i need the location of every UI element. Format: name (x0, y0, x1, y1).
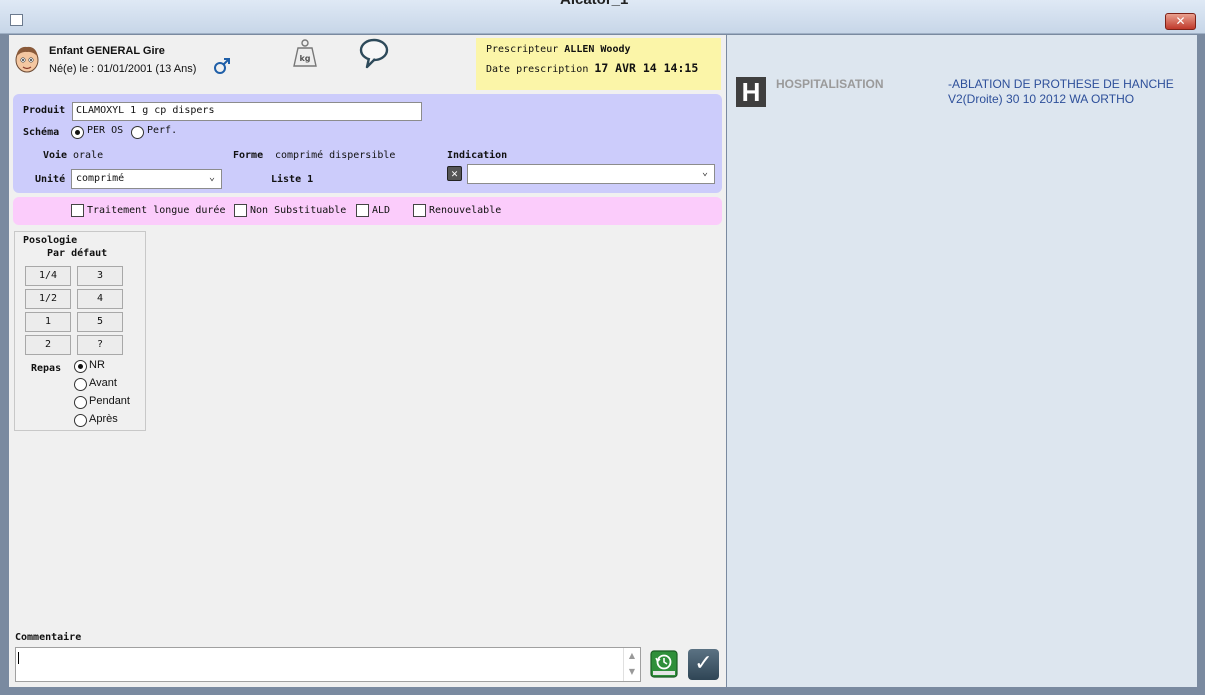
prescriber-box: Prescripteur ALLEN Woody Date prescripti… (476, 38, 721, 90)
repas-radio-apres[interactable] (74, 414, 87, 427)
voie-value: orale (73, 150, 104, 161)
repas-option-pendant: Pendant (89, 395, 130, 407)
unite-label: Unité (35, 174, 66, 185)
dose-button-1[interactable]: 1 (25, 312, 71, 332)
product-input[interactable]: CLAMOXYL 1 g cp dispers (72, 102, 422, 121)
flag-label-ald: ALD (372, 205, 391, 216)
repas-option-apres: Après (89, 413, 118, 425)
comment-textarea[interactable]: ▲ ▼ (15, 647, 641, 682)
close-button[interactable]: ✕ (1165, 13, 1196, 30)
flag-checkbox-longue-duree[interactable] (71, 204, 84, 217)
product-section: Produit CLAMOXYL 1 g cp dispers Schéma P… (13, 94, 722, 193)
repas-label: Repas (31, 363, 62, 374)
flag-label-non-substituable: Non Substituable (250, 205, 347, 216)
dose-button-half[interactable]: 1/2 (25, 289, 71, 309)
history-icon[interactable] (650, 649, 678, 679)
window-bottom-border (0, 687, 1205, 695)
text-caret (18, 652, 19, 664)
chevron-down-icon: ⌄ (208, 172, 215, 183)
repas-radio-nr[interactable] (74, 360, 87, 373)
dose-button-4[interactable]: 4 (77, 289, 123, 309)
hospital-icon: H (736, 77, 766, 107)
close-icon: ✕ (1175, 14, 1186, 28)
schema-radio-per-os[interactable] (71, 126, 84, 139)
window-titlebar: Aicator_1 ✕ (0, 0, 1205, 34)
prescription-panel: Enfant GENERAL Gire Né(e) le : 01/01/200… (9, 35, 726, 687)
posologie-title: Posologie (23, 235, 78, 246)
schema-option-per-os: PER OS (87, 125, 124, 136)
indication-label: Indication (447, 150, 508, 161)
repas-radio-avant[interactable] (74, 378, 87, 391)
unite-value: comprimé (76, 173, 125, 184)
weight-kg-icon[interactable]: kg (291, 38, 319, 68)
flag-label-longue-duree: Traitement longue durée (87, 205, 226, 216)
flag-checkbox-non-substituable[interactable] (234, 204, 247, 217)
schema-label: Schéma (23, 127, 60, 138)
male-sex-icon (214, 58, 230, 74)
comment-scrollbar[interactable]: ▲ ▼ (623, 648, 640, 681)
voie-label: Voie (43, 150, 68, 161)
posologie-subtitle: Par défaut (47, 248, 108, 259)
patient-name: Enfant GENERAL Gire (49, 45, 165, 57)
prescription-date-label: Date prescription (486, 64, 589, 75)
hospitalisation-panel: H HOSPITALISATION -ABLATION DE PROTHESE … (727, 35, 1197, 687)
validate-button[interactable]: ✓ (688, 649, 719, 680)
comment-bubble-icon[interactable] (358, 38, 390, 70)
prescription-date-value: 17 AVR 14 14:15 (594, 61, 699, 75)
chevron-down-icon: ⌄ (701, 167, 708, 178)
dose-button-5[interactable]: 5 (77, 312, 123, 332)
comment-label: Commentaire (15, 632, 82, 643)
dose-button-quarter[interactable]: 1/4 (25, 266, 71, 286)
forme-label: Forme (233, 150, 264, 161)
schema-radio-perf[interactable] (131, 126, 144, 139)
checkmark-icon: ✓ (694, 651, 713, 676)
flag-checkbox-renouvelable[interactable] (413, 204, 426, 217)
hospitalisation-detail: -ABLATION DE PROTHESE DE HANCHE V2(Droit… (948, 77, 1174, 106)
schema-option-perf: Perf. (147, 125, 178, 136)
repas-radio-pendant[interactable] (74, 396, 87, 409)
svg-text:kg: kg (299, 54, 310, 63)
window-title: Aicator_1 (560, 0, 628, 8)
repas-option-nr: NR (89, 359, 105, 371)
patient-avatar-icon (15, 46, 39, 73)
unite-select[interactable]: comprimé ⌄ (71, 169, 222, 189)
prescriber-label: Prescripteur (486, 44, 559, 55)
prescriber-name: ALLEN Woody (564, 44, 631, 55)
dose-button-3[interactable]: 3 (77, 266, 123, 286)
posologie-panel: Posologie Par défaut 1/4 3 1/2 4 1 5 2 ?… (14, 231, 146, 431)
repas-option-avant: Avant (89, 377, 117, 389)
system-menu-icon[interactable] (10, 14, 23, 26)
indication-select[interactable]: ⌄ (467, 164, 715, 184)
hospitalisation-label: HOSPITALISATION (776, 77, 884, 91)
liste-label: Liste 1 (271, 174, 314, 185)
clear-indication-icon[interactable]: ✕ (447, 166, 462, 181)
flag-checkbox-ald[interactable] (356, 204, 369, 217)
dose-button-other[interactable]: ? (77, 335, 123, 355)
treatment-flags: Traitement longue durée Non Substituable… (13, 197, 722, 225)
dose-button-2[interactable]: 2 (25, 335, 71, 355)
forme-value: comprimé dispersible (275, 150, 396, 161)
flag-label-renouvelable: Renouvelable (429, 205, 502, 216)
product-label: Produit (23, 105, 66, 116)
patient-dob: Né(e) le : 01/01/2001 (13 Ans) (49, 63, 197, 75)
